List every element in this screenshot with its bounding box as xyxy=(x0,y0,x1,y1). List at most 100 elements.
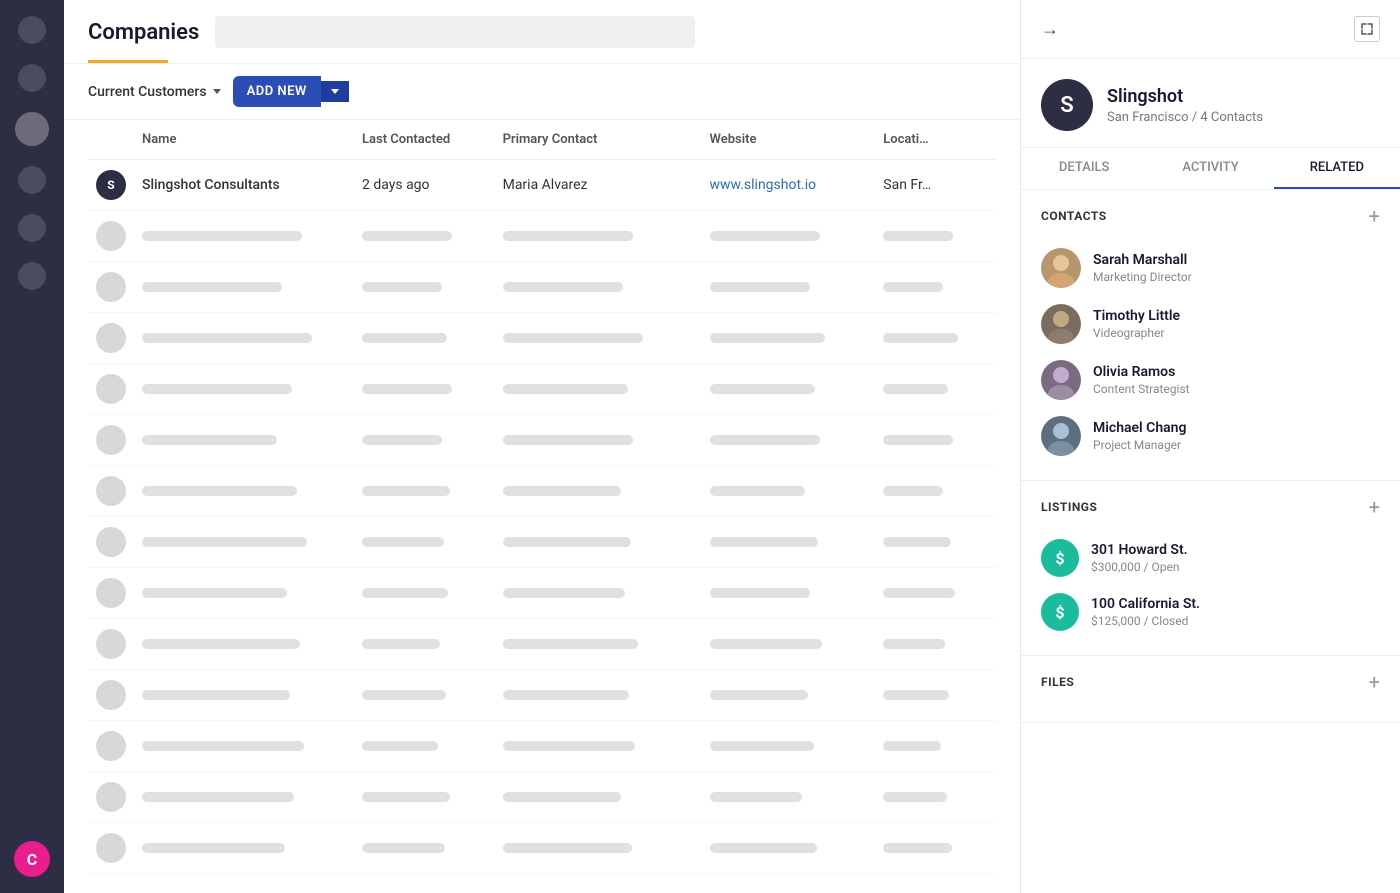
skeleton xyxy=(710,384,815,394)
tab-related[interactable]: RELATED xyxy=(1274,148,1400,189)
th-name: Name xyxy=(134,120,354,160)
avatar-placeholder xyxy=(96,782,126,812)
avatar-placeholder xyxy=(96,578,126,608)
sidebar-item-1[interactable] xyxy=(18,16,46,44)
table-row[interactable]: S Slingshot Consultants 2 days ago Maria… xyxy=(88,160,996,211)
company-avatar-s: S xyxy=(96,170,126,200)
listing-address-1: 301 Howard St. xyxy=(1091,542,1188,558)
skeleton xyxy=(883,282,943,292)
add-new-button[interactable]: ADD NEW xyxy=(233,76,349,107)
table-row[interactable] xyxy=(88,772,996,823)
toolbar: Current Customers ADD NEW xyxy=(64,64,1020,120)
filter-dropdown[interactable]: Current Customers xyxy=(88,84,221,100)
contact-item-olivia[interactable]: Olivia Ramos Content Strategist xyxy=(1041,352,1380,408)
skeleton xyxy=(142,384,292,394)
panel-nav: → xyxy=(1041,19,1059,40)
sidebar-item-4[interactable] xyxy=(18,166,46,194)
skeleton xyxy=(503,333,643,343)
company-info-text: Slingshot San Francisco / 4 Contacts xyxy=(1107,86,1263,125)
table-row[interactable] xyxy=(88,211,996,262)
skeleton xyxy=(710,486,805,496)
skeleton xyxy=(362,282,442,292)
add-new-caret-icon[interactable] xyxy=(321,81,349,102)
listing-item-1[interactable]: $ 301 Howard St. $300,000 / Open xyxy=(1041,531,1380,585)
table-row[interactable] xyxy=(88,466,996,517)
skeleton xyxy=(142,537,307,547)
contacts-add-button[interactable]: + xyxy=(1369,206,1380,226)
avatar-placeholder xyxy=(96,374,126,404)
avatar-placeholder xyxy=(96,323,126,353)
contact-role-timothy: Videographer xyxy=(1093,326,1180,340)
th-location: Locati… xyxy=(875,120,996,160)
avatar-placeholder xyxy=(96,833,126,863)
contact-name-olivia: Olivia Ramos xyxy=(1093,364,1190,380)
contact-item-timothy[interactable]: Timothy Little Videographer xyxy=(1041,296,1380,352)
sidebar-item-6[interactable] xyxy=(18,262,46,290)
skeleton xyxy=(362,384,452,394)
cell-name: Slingshot Consultants xyxy=(142,177,346,193)
skeleton xyxy=(883,537,951,547)
sidebar-item-3[interactable] xyxy=(15,112,49,146)
skeleton xyxy=(503,231,633,241)
skeleton xyxy=(142,333,312,343)
tab-details[interactable]: DETAILS xyxy=(1021,148,1147,189)
contacts-section-header: CONTACTS + xyxy=(1041,206,1380,226)
files-add-button[interactable]: + xyxy=(1369,672,1380,692)
contact-name-sarah: Sarah Marshall xyxy=(1093,252,1192,268)
row-avatar-cell: S xyxy=(88,160,134,211)
row-name-cell: Slingshot Consultants xyxy=(134,160,354,211)
skeleton xyxy=(503,690,629,700)
avatar-placeholder xyxy=(96,680,126,710)
th-checkbox xyxy=(88,120,134,160)
skeleton xyxy=(883,639,945,649)
skeleton xyxy=(142,435,277,445)
skeleton xyxy=(142,843,285,853)
sidebar-item-5[interactable] xyxy=(18,214,46,242)
panel-back-arrow[interactable]: → xyxy=(1041,19,1059,40)
app-logo[interactable]: C xyxy=(14,841,50,877)
page-header: Companies xyxy=(64,0,1020,64)
table-row[interactable] xyxy=(88,823,996,874)
contacts-section-title: CONTACTS xyxy=(1041,209,1107,223)
skeleton xyxy=(142,741,304,751)
contact-item-michael[interactable]: Michael Chang Project Manager xyxy=(1041,408,1380,464)
skeleton xyxy=(362,435,442,445)
panel-expand-icon[interactable] xyxy=(1354,16,1380,42)
listing-address-2: 100 California St. xyxy=(1091,596,1200,612)
sidebar-bottom: C xyxy=(14,841,50,877)
table-row[interactable] xyxy=(88,721,996,772)
listing-item-2[interactable]: $ 100 California St. $125,000 / Closed xyxy=(1041,585,1380,639)
skeleton xyxy=(503,384,628,394)
table-row[interactable] xyxy=(88,619,996,670)
company-panel-meta: San Francisco / 4 Contacts xyxy=(1107,110,1263,125)
skeleton xyxy=(710,282,810,292)
filter-label: Current Customers xyxy=(88,84,207,100)
table-row[interactable] xyxy=(88,670,996,721)
table-row[interactable] xyxy=(88,313,996,364)
listing-icon-1: $ xyxy=(1041,539,1079,577)
website-link[interactable]: www.slingshot.io xyxy=(710,177,817,193)
skeleton xyxy=(710,231,820,241)
panel-header: → xyxy=(1021,0,1400,59)
tab-activity[interactable]: ACTIVITY xyxy=(1147,148,1273,189)
table-row[interactable] xyxy=(88,568,996,619)
companies-table: Name Last Contacted Primary Contact Webs… xyxy=(88,120,996,874)
contact-item-sarah[interactable]: Sarah Marshall Marketing Director xyxy=(1041,240,1380,296)
row-last-contacted: 2 days ago xyxy=(354,160,495,211)
skeleton xyxy=(362,690,446,700)
table-row[interactable] xyxy=(88,262,996,313)
skeleton xyxy=(883,384,948,394)
table-row[interactable] xyxy=(88,517,996,568)
files-section-title: FILES xyxy=(1041,675,1074,689)
avatar-michael xyxy=(1041,416,1081,456)
search-input[interactable] xyxy=(215,16,695,48)
chevron-down-icon xyxy=(213,89,221,94)
avatar-timothy xyxy=(1041,304,1081,344)
row-website[interactable]: www.slingshot.io xyxy=(702,160,876,211)
skeleton xyxy=(142,486,297,496)
table-row[interactable] xyxy=(88,364,996,415)
listings-add-button[interactable]: + xyxy=(1369,497,1380,517)
avatar-olivia xyxy=(1041,360,1081,400)
table-row[interactable] xyxy=(88,415,996,466)
sidebar-item-2[interactable] xyxy=(18,64,46,92)
